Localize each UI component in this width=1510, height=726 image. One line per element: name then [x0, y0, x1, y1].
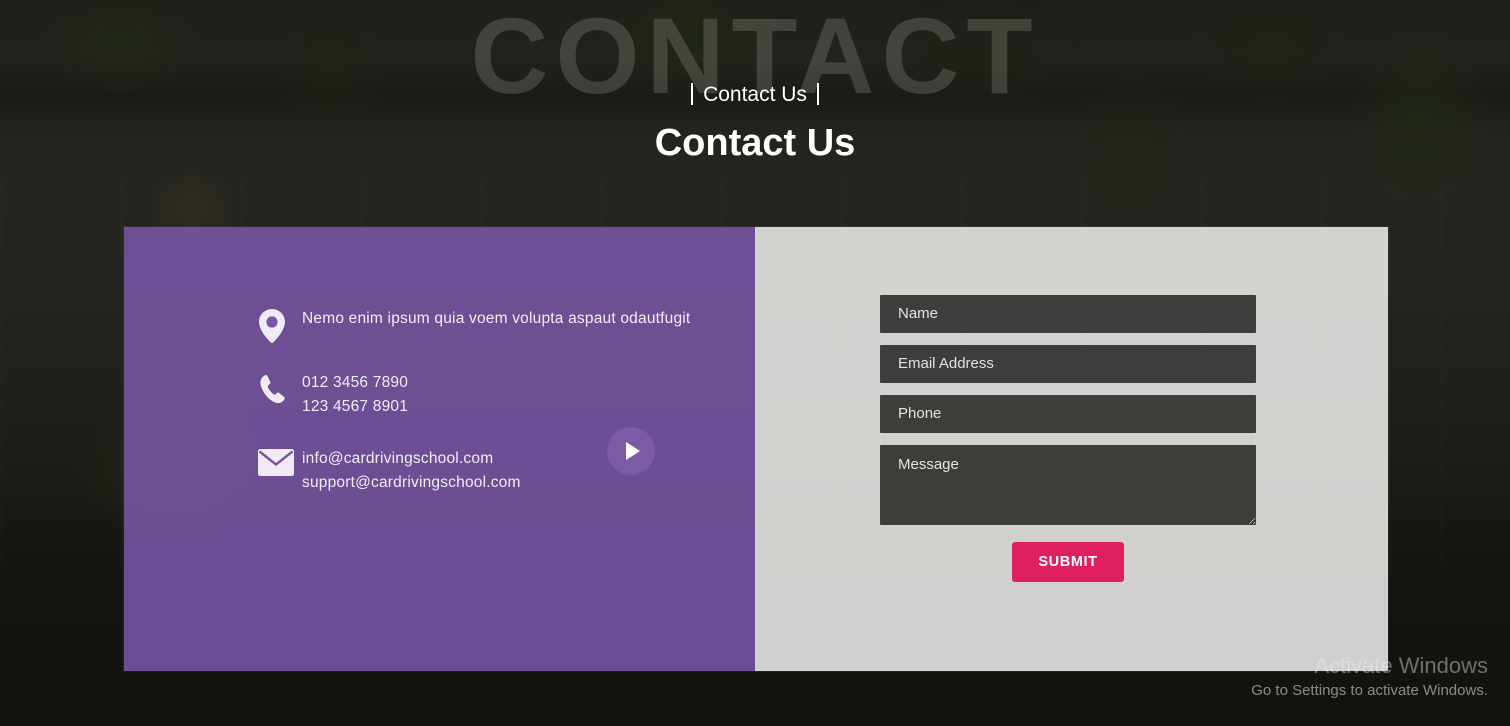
contact-page: CONTACT Contact Us Contact Us Nemo enim [0, 0, 1510, 726]
page-header: CONTACT Contact Us Contact Us [0, 0, 1510, 215]
phone-icon [258, 371, 302, 405]
contact-info-panel: Nemo enim ipsum quia voem volupta aspaut… [124, 227, 755, 671]
contact-form-panel: SUBMIT [755, 227, 1388, 671]
address-text: Nemo enim ipsum quia voem volupta aspaut… [302, 307, 690, 331]
name-input[interactable] [880, 295, 1256, 333]
submit-button[interactable]: SUBMIT [1012, 542, 1124, 582]
contact-info-list: Nemo enim ipsum quia voem volupta aspaut… [258, 307, 698, 523]
breadcrumb-bar-left [691, 83, 694, 105]
contact-form: SUBMIT [880, 295, 1256, 582]
info-row-address: Nemo enim ipsum quia voem volupta aspaut… [258, 307, 698, 343]
breadcrumb-bar-right [816, 83, 819, 105]
phone-line-1: 012 3456 7890 [302, 374, 409, 391]
email-input[interactable] [880, 345, 1256, 383]
page-title: Contact Us [654, 122, 856, 164]
breadcrumb-label: Contact Us [703, 83, 807, 106]
phone-line-2: 123 4567 8901 [302, 398, 409, 415]
email-line-1: info@cardrivingschool.com [302, 450, 494, 467]
breadcrumb: Contact Us [0, 82, 1510, 108]
email-text: info@cardrivingschool.com support@cardri… [302, 447, 521, 495]
envelope-icon [258, 447, 302, 476]
location-pin-icon [258, 307, 302, 343]
phone-input[interactable] [880, 395, 1256, 433]
contact-card: Nemo enim ipsum quia voem volupta aspaut… [124, 227, 1388, 671]
email-line-2: support@cardrivingschool.com [302, 474, 521, 491]
message-textarea[interactable] [880, 445, 1256, 525]
address-line-1: Nemo enim ipsum quia voem volupta aspaut… [302, 310, 691, 327]
play-arrow-triangle [626, 442, 640, 460]
submit-row: SUBMIT [880, 542, 1256, 582]
play-arrow-icon[interactable] [607, 427, 655, 475]
phone-text: 012 3456 7890 123 4567 8901 [302, 371, 408, 419]
info-row-phone: 012 3456 7890 123 4567 8901 [258, 371, 698, 419]
